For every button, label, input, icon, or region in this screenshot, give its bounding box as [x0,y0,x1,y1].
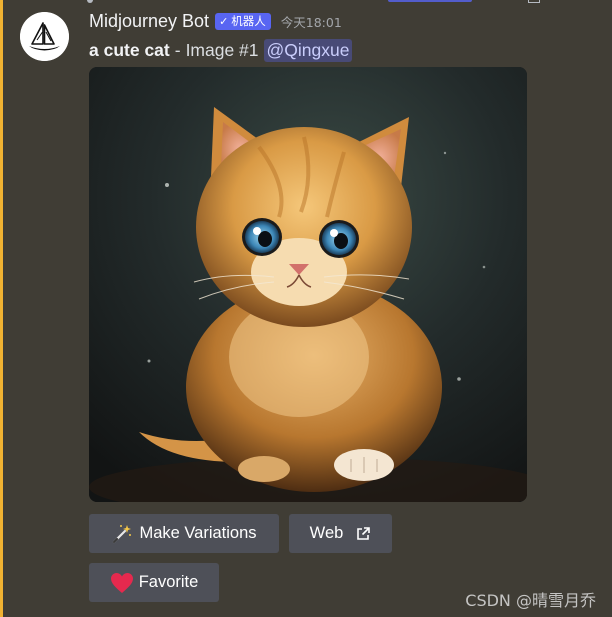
bot-tag-label: 机器人 [231,14,266,28]
author-name[interactable]: Midjourney Bot [89,11,209,32]
watermark: CSDN @晴雪月乔 [465,591,596,610]
checkmark-icon: ✓ [219,14,229,28]
web-link-button[interactable]: Web [289,514,392,553]
prompt-text: a cute cat [89,39,170,60]
previous-message-edge [87,0,93,3]
image-label: Image #1 [185,39,259,60]
web-label: Web [309,524,344,542]
make-variations-label: Make Variations [139,524,257,542]
separator: - [174,39,181,60]
favorite-button[interactable]: Favorite [89,563,219,602]
message-content: a cute cat - Image #1 @Qingxue [89,37,353,63]
heart-icon [110,572,134,594]
external-link-icon [355,526,371,542]
image-attachment[interactable] [89,67,527,502]
favorite-label: Favorite [138,573,199,591]
previous-message-edge [528,0,540,3]
magic-wand-icon [111,523,133,545]
user-mention[interactable]: @Qingxue [263,38,353,62]
sailboat-icon [20,12,69,61]
cat-image [89,67,527,502]
previous-message-edge [388,0,472,2]
message-highlight-bar [0,0,3,617]
bot-avatar[interactable] [20,12,69,61]
make-variations-button[interactable]: Make Variations [89,514,279,553]
message-timestamp[interactable]: 今天18:01 [281,12,342,31]
message-header: Midjourney Bot ✓ 机器人 今天18:01 [89,9,342,33]
bot-tag: ✓ 机器人 [215,12,271,30]
